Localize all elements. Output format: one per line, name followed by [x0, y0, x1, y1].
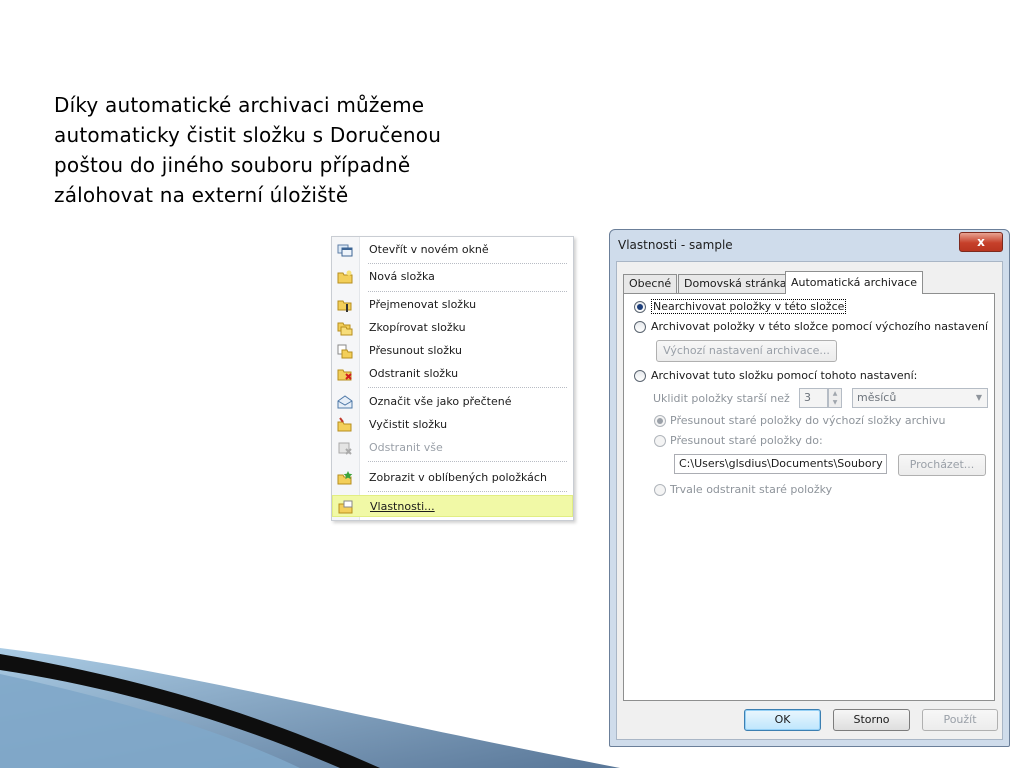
- menu-item-move-folder[interactable]: Přesunout složku: [332, 340, 573, 362]
- menu-item-copy-folder[interactable]: Zkopírovat složku: [332, 317, 573, 339]
- menu-item-rename-folder[interactable]: Přejmenovat složku: [332, 294, 573, 316]
- age-unit-select[interactable]: měsíců ▼: [852, 388, 988, 408]
- menu-item-open-new-window[interactable]: Otevřít v novém okně: [332, 239, 573, 261]
- clean-folder-icon: [337, 417, 352, 432]
- cancel-button[interactable]: Storno: [833, 709, 910, 731]
- new-window-icon: [337, 244, 353, 257]
- menu-item-mark-all-read[interactable]: Označit vše jako přečtené: [332, 391, 573, 413]
- spin-up-icon: ▲: [832, 390, 838, 397]
- tab-home-page[interactable]: Domovská stránka: [678, 274, 793, 293]
- slide-text: Díky automatické archivaci můžeme automa…: [54, 90, 554, 210]
- mark-read-icon: [337, 395, 353, 409]
- clean-older-label: Uklidit položky starší než: [653, 392, 790, 405]
- age-value-input[interactable]: 3: [799, 388, 828, 408]
- slide-text-line: zálohovat na externí úložiště: [54, 183, 349, 207]
- copy-folder-icon: [337, 322, 353, 336]
- properties-dialog: Vlastnosti - sample x Obecné Domovská st…: [609, 229, 1010, 747]
- slide-text-line: poštou do jiného souboru případně: [54, 153, 411, 177]
- default-archive-label: Archivovat položky v této složce pomocí …: [651, 320, 989, 333]
- menu-item-new-folder[interactable]: Nová složka: [332, 266, 573, 288]
- age-spinner[interactable]: ▲ ▼: [828, 388, 842, 408]
- archive-path-input[interactable]: C:\Users\glsdius\Documents\Soubory ap: [674, 454, 887, 474]
- menu-separator: [368, 263, 567, 264]
- move-to-label: Přesunout staré položky do:: [670, 434, 823, 447]
- slide-text-line: Díky automatické archivaci můžeme: [54, 93, 425, 117]
- no-archive-label: Nearchivovat položky v této složce: [651, 299, 847, 314]
- close-icon: x: [977, 235, 985, 249]
- dialog-title: Vlastnosti - sample: [618, 238, 733, 252]
- move-folder-icon: [337, 344, 353, 359]
- dialog-body: Obecné Domovská stránka Automatická arch…: [616, 261, 1003, 740]
- menu-separator: [368, 491, 567, 492]
- close-button[interactable]: x: [959, 232, 1003, 252]
- menu-item-delete-folder[interactable]: Odstranit složku: [332, 363, 573, 385]
- menu-separator: [368, 291, 567, 292]
- favorites-icon: [337, 471, 353, 485]
- menu-separator: [368, 387, 567, 388]
- move-default-label: Přesunout staré položky do výchozí složk…: [670, 414, 946, 427]
- ok-button[interactable]: OK: [744, 709, 821, 731]
- properties-icon: [338, 500, 353, 514]
- menu-item-clean-folder[interactable]: Vyčistit složku: [332, 414, 573, 436]
- auto-archive-panel: Nearchivovat položky v této složce Archi…: [623, 293, 995, 701]
- context-menu: Otevřít v novém okně Nová složka Přejmen…: [331, 236, 574, 521]
- default-archive-settings-button[interactable]: Výchozí nastavení archivace...: [656, 340, 837, 362]
- browse-button[interactable]: Procházet...: [898, 454, 986, 476]
- delete-folder-icon: [337, 369, 352, 381]
- tab-general[interactable]: Obecné: [623, 274, 678, 293]
- new-folder-icon: [337, 270, 353, 284]
- chevron-down-icon: ▼: [975, 393, 982, 402]
- no-archive-radio[interactable]: [634, 301, 646, 313]
- apply-button[interactable]: Použít: [922, 709, 998, 731]
- delete-all-icon: [338, 442, 352, 455]
- menu-item-show-in-favorites[interactable]: Zobrazit v oblíbených položkách: [332, 467, 573, 489]
- move-to-radio[interactable]: [654, 435, 666, 447]
- delete-permanently-radio[interactable]: [654, 484, 666, 496]
- tab-auto-archive[interactable]: Automatická archivace: [785, 271, 923, 294]
- custom-archive-radio[interactable]: [634, 370, 646, 382]
- menu-separator: [368, 461, 567, 462]
- rename-folder-icon: [337, 300, 352, 312]
- default-archive-radio[interactable]: [634, 321, 646, 333]
- custom-archive-label: Archivovat tuto složku pomocí tohoto nas…: [651, 369, 918, 382]
- menu-item-properties[interactable]: Vlastnosti...: [332, 495, 573, 517]
- delete-permanently-label: Trvale odstranit staré položky: [670, 483, 833, 496]
- decorative-swoosh: [0, 648, 620, 768]
- move-default-radio[interactable]: [654, 415, 666, 427]
- slide-text-line: automaticky čistit složku s Doručenou: [54, 123, 442, 147]
- menu-item-delete-all[interactable]: Odstranit vše: [332, 437, 573, 459]
- spin-down-icon: ▼: [832, 399, 838, 406]
